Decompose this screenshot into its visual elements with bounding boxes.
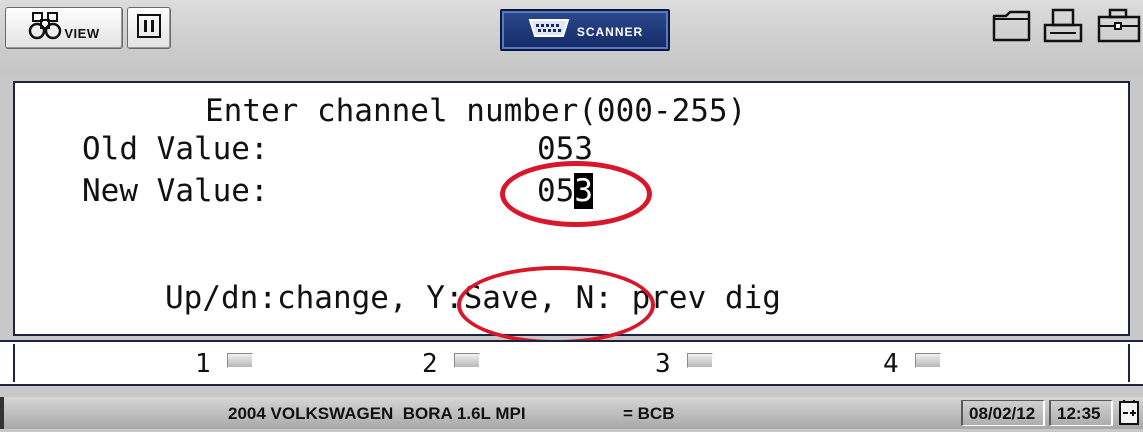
hint-change: Up/dn:change, (165, 280, 427, 316)
scanner-label: SCANNER (576, 24, 644, 39)
softkey-indicator (914, 352, 941, 368)
obd-connector-icon (527, 16, 571, 45)
softkey-1[interactable]: 1 (195, 349, 253, 379)
status-bar: 2004 VOLKSWAGEN BORA 1.6L MPI = BCB 08/0… (0, 397, 1143, 429)
softkey-3[interactable]: 3 (655, 349, 713, 379)
old-value-label: Old Value: (82, 131, 269, 167)
old-value: 053 (537, 131, 593, 167)
vehicle-info: 2004 VOLKSWAGEN BORA 1.6L MPI (228, 404, 526, 423)
print-button[interactable] (1040, 7, 1086, 49)
toolbox-icon (1095, 7, 1141, 50)
softkey-label: 2 (422, 349, 438, 379)
vehicle-code: = BCB (623, 404, 675, 423)
hint-save: Y:Save, (426, 280, 557, 316)
softkey-4[interactable]: 4 (883, 349, 941, 379)
key-hint: Up/dn:change, Y:Save, N: prev dig (165, 280, 781, 316)
softkey-label: 1 (195, 349, 211, 379)
date-display: 08/02/12 (961, 400, 1045, 426)
printer-icon (1042, 7, 1084, 50)
hint-prev-digit: N: prev dig (556, 280, 781, 316)
softkey-indicator (686, 352, 713, 368)
view-label: VIEW (64, 25, 100, 41)
softkey-2[interactable]: 2 (422, 349, 480, 379)
binoculars-icon (28, 11, 62, 46)
pause-icon (136, 13, 162, 44)
softkey-label: 3 (655, 349, 671, 379)
new-value-field[interactable]: 053 (537, 173, 593, 209)
softkey-indicator (453, 352, 480, 368)
softkey-indicator (226, 352, 253, 368)
softkey-label: 4 (883, 349, 899, 379)
status-bar-edge (0, 397, 4, 429)
softkey-bar-inner: 1 2 3 4 (13, 344, 1130, 382)
folder-icon (991, 8, 1033, 49)
view-button[interactable]: VIEW (5, 7, 123, 49)
pause-button[interactable] (127, 7, 171, 49)
folder-button[interactable] (989, 7, 1035, 49)
prompt-text: Enter channel number(000-255) (205, 93, 747, 129)
time-display: 12:35 (1049, 400, 1113, 426)
battery-icon (1117, 399, 1141, 432)
new-value-label: New Value: (82, 173, 269, 209)
scanner-button[interactable]: SCANNER (500, 9, 670, 51)
scanner-screen: Enter channel number(000-255) Old Value:… (13, 81, 1130, 344)
text-cursor: 3 (574, 173, 593, 209)
new-value-digits: 05 (537, 173, 575, 209)
softkey-bar: 1 2 3 4 (0, 340, 1143, 386)
toolbox-button[interactable] (1092, 7, 1143, 49)
toolbar: VIEW SCANNER (0, 0, 1143, 74)
